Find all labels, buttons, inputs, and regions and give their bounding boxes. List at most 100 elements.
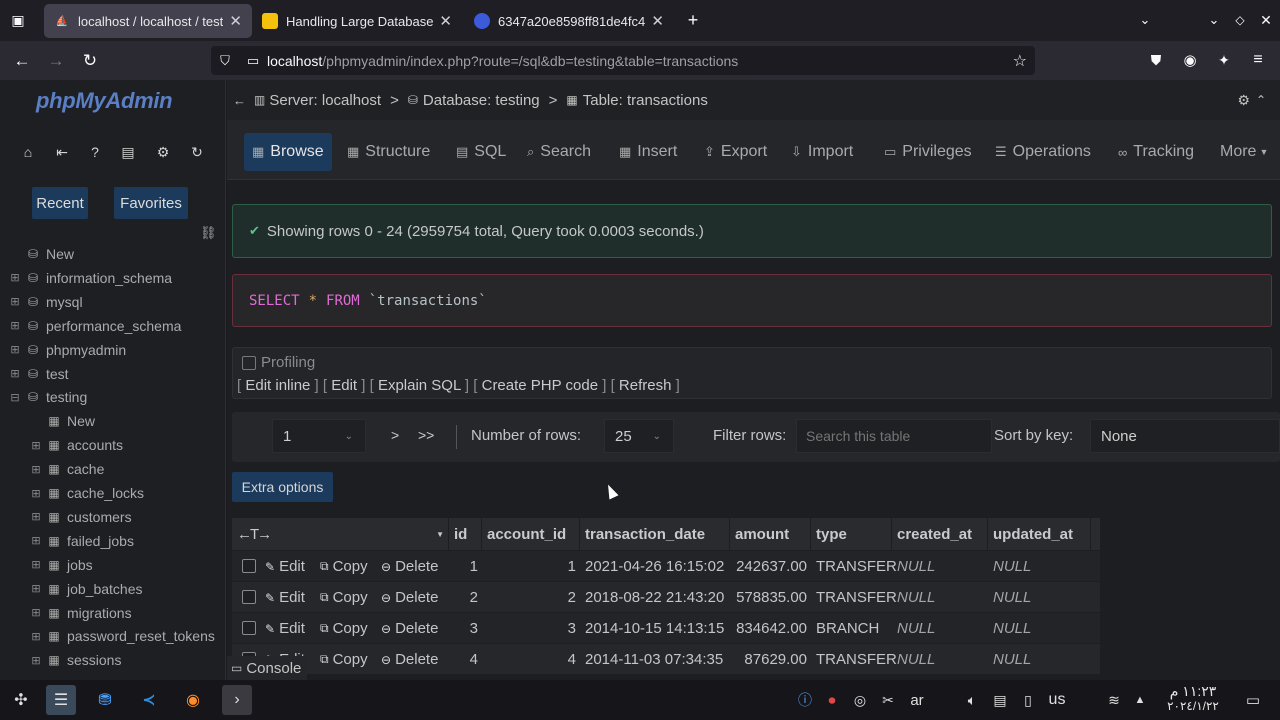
- cell-updated-at[interactable]: NULL: [988, 551, 1091, 582]
- back-arrow-icon[interactable]: ←: [10, 49, 34, 73]
- explain-sql-link[interactable]: Explain SQL: [378, 377, 461, 394]
- expand-icon[interactable]: ⊞: [10, 367, 20, 380]
- collapse-top-icon[interactable]: ⌃: [1256, 93, 1266, 107]
- network-icon[interactable]: ≋: [1104, 688, 1124, 712]
- row-copy-button[interactable]: ⧉ Copy: [320, 644, 368, 675]
- expand-icon[interactable]: ⊞: [31, 582, 41, 595]
- clipboard-icon[interactable]: ▤: [990, 688, 1010, 712]
- cell-amount[interactable]: 834642.00: [730, 613, 811, 644]
- tab-more[interactable]: More ▼: [1220, 133, 1268, 171]
- collapse-icon[interactable]: ⊟: [10, 391, 20, 404]
- expand-icon[interactable]: ⊞: [31, 534, 41, 547]
- tree-item[interactable]: ⊞ ⛁ mysql: [0, 291, 82, 313]
- expand-icon[interactable]: ⊞: [31, 439, 41, 452]
- gear-icon[interactable]: ⚙: [154, 143, 172, 161]
- tree-item[interactable]: ⊞ ▦ cache_locks: [0, 482, 144, 504]
- browser-tab-file[interactable]: 6347a20e8598ff81de4fc4f ✕: [464, 4, 674, 38]
- tab-structure[interactable]: ▦ Structure: [347, 133, 430, 171]
- settings-gear-icon[interactable]: ⚙: [1237, 92, 1250, 109]
- cell-transaction-date[interactable]: 2014-10-15 14:13:15: [580, 613, 730, 644]
- create-php-code-link[interactable]: Create PHP code: [482, 377, 598, 394]
- tab-insert[interactable]: ▦ Insert: [619, 133, 677, 171]
- breadcrumb-server[interactable]: Server: localhost: [269, 92, 381, 109]
- column-header-id[interactable]: id: [449, 518, 482, 550]
- cell-type[interactable]: TRANSFER: [811, 644, 897, 675]
- window-close-icon[interactable]: ✕: [1256, 10, 1276, 30]
- menu-hamburger-icon[interactable]: ≡: [1246, 48, 1270, 72]
- expand-icon[interactable]: ⊞: [31, 606, 41, 619]
- input-language[interactable]: ar: [906, 688, 928, 712]
- close-icon[interactable]: ✕: [645, 12, 664, 30]
- edit-link[interactable]: Edit: [331, 377, 357, 394]
- logout-icon[interactable]: ⇤: [53, 143, 71, 161]
- cell-account-id[interactable]: 1: [482, 551, 580, 582]
- expand-icon[interactable]: ⊞: [31, 558, 41, 571]
- tree-item[interactable]: ▦ New: [0, 410, 95, 432]
- tree-item[interactable]: ⊞ ⛁ test: [0, 363, 68, 385]
- device-icon[interactable]: ▯: [1018, 688, 1038, 712]
- profiling-checkbox[interactable]: [242, 356, 256, 370]
- cell-type[interactable]: TRANSFER: [811, 551, 897, 582]
- row-delete-button[interactable]: ⊖ Delete: [381, 582, 438, 613]
- last-page-button[interactable]: >>: [418, 427, 434, 443]
- pocket-icon[interactable]: ⛊: [1144, 48, 1168, 72]
- recent-button[interactable]: Recent: [32, 187, 88, 219]
- link-icon[interactable]: ⛓: [200, 225, 217, 241]
- home-icon[interactable]: ⌂: [19, 143, 37, 161]
- row-delete-button[interactable]: ⊖ Delete: [381, 644, 438, 675]
- column-header-amount[interactable]: amount: [730, 518, 811, 550]
- expand-icon[interactable]: ⊞: [10, 319, 20, 332]
- row-delete-button[interactable]: ⊖ Delete: [381, 551, 438, 582]
- minimize-chevron-icon[interactable]: ⌄: [1204, 10, 1224, 30]
- new-tab-icon[interactable]: +: [683, 10, 703, 30]
- tree-item[interactable]: ⛁ New: [0, 243, 74, 265]
- show-desktop-icon[interactable]: ▭: [1242, 688, 1264, 712]
- cell-amount[interactable]: 242637.00: [730, 551, 811, 582]
- account-icon[interactable]: ◉: [1178, 48, 1202, 72]
- expand-icon[interactable]: ⊞: [10, 295, 20, 308]
- row-delete-button[interactable]: ⊖ Delete: [381, 613, 438, 644]
- tree-item[interactable]: ⊞ ▦ failed_jobs: [0, 530, 134, 552]
- column-header-updated-at[interactable]: updated_at: [988, 518, 1091, 550]
- tab-overflow-chevron-icon[interactable]: ⌄: [1135, 10, 1155, 30]
- cell-type[interactable]: BRANCH: [811, 613, 892, 644]
- filter-rows-input[interactable]: [796, 419, 992, 453]
- cell-updated-at[interactable]: NULL: [988, 644, 1091, 675]
- tree-item[interactable]: ⊞ ⛁ information_schema: [0, 267, 172, 289]
- expand-icon[interactable]: ⊞: [31, 510, 41, 523]
- cell-account-id[interactable]: 3: [482, 613, 580, 644]
- tab-privileges[interactable]: ▭ Privileges: [884, 133, 972, 171]
- expand-icon[interactable]: ⊞: [31, 487, 41, 500]
- next-page-button[interactable]: >: [391, 427, 399, 443]
- vscode-icon[interactable]: ≺: [134, 685, 164, 715]
- tab-tracking[interactable]: ∞ Tracking: [1118, 133, 1194, 171]
- tree-item[interactable]: ⊞ ▦ jobs: [0, 554, 92, 576]
- scissors-icon[interactable]: ✂: [878, 688, 898, 712]
- cell-amount[interactable]: 87629.00: [730, 644, 811, 675]
- clock[interactable]: ١١:٢٣ م ٢٠٢٤/١/٢٢: [1160, 684, 1226, 714]
- column-header-created-at[interactable]: created_at: [892, 518, 988, 550]
- sql-query-box[interactable]: SELECT * FROM `transactions`: [232, 274, 1272, 327]
- column-header-type[interactable]: type: [811, 518, 892, 550]
- info-icon[interactable]: ⓘ: [796, 688, 814, 712]
- breadcrumb-database[interactable]: Database: testing: [423, 92, 540, 109]
- row-edit-button[interactable]: ✎Edit: [265, 582, 305, 613]
- bookmark-star-icon[interactable]: ☆: [1013, 51, 1027, 71]
- row-edit-button[interactable]: ✎Edit: [265, 551, 305, 582]
- column-header-transaction-date[interactable]: transaction_date: [580, 518, 730, 550]
- phpmyadmin-logo[interactable]: phpMyAdmin: [36, 88, 173, 114]
- tree-item[interactable]: ⊞ ▦ accounts: [0, 434, 123, 456]
- steam-icon[interactable]: ◎: [850, 688, 870, 712]
- keyboard-layout[interactable]: us: [1044, 688, 1070, 712]
- close-icon[interactable]: ✕: [223, 12, 242, 30]
- cell-updated-at[interactable]: NULL: [988, 582, 1091, 613]
- tree-item[interactable]: ⊞ ▦ cache: [0, 458, 104, 480]
- close-icon[interactable]: ✕: [433, 12, 452, 30]
- help-icon[interactable]: ?: [86, 143, 104, 161]
- tab-import[interactable]: ⇩ Import: [791, 133, 853, 171]
- row-copy-button[interactable]: ⧉ Copy: [320, 582, 368, 613]
- row-copy-button[interactable]: ⧉ Copy: [320, 613, 368, 644]
- task-manager-icon[interactable]: ☰: [46, 685, 76, 715]
- expand-icon[interactable]: ⊞: [10, 271, 20, 284]
- page-select[interactable]: 1 ⌄: [272, 419, 366, 453]
